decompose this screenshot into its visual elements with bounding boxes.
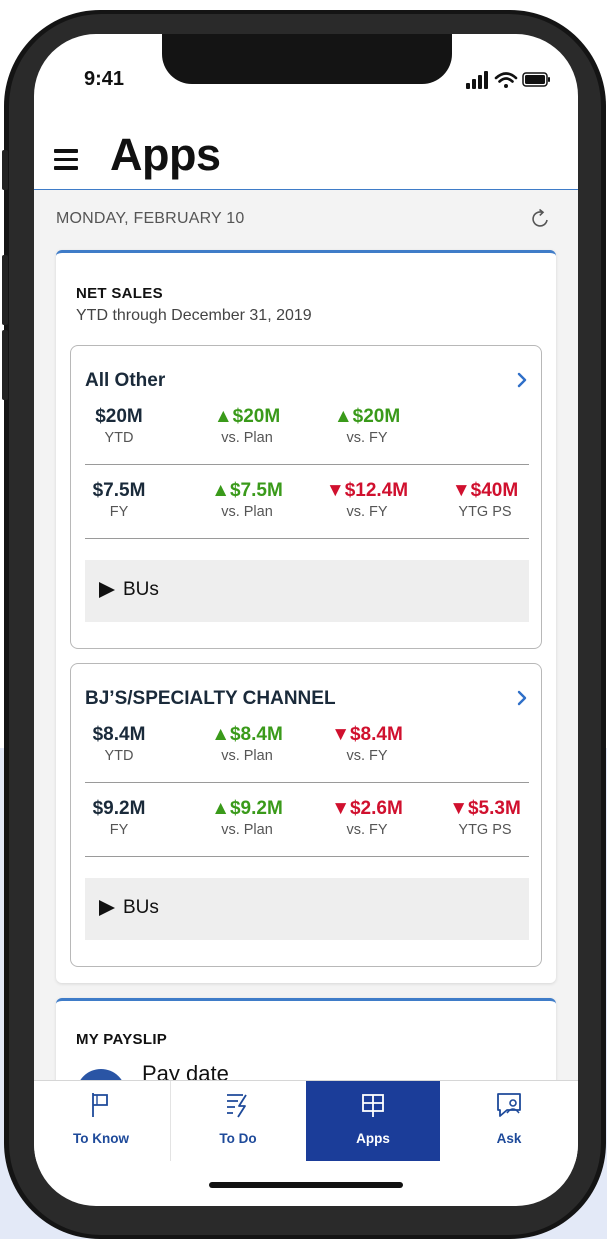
sales-group-bjs-specialty[interactable]: BJ’S/SPECIALTY CHANNEL $8.4M YTD ▲$8.4M vs…	[70, 663, 542, 967]
net-sales-card: NET SALES YTD through December 31, 2019 …	[56, 250, 556, 983]
metric-value: ▲$8.4M	[211, 724, 283, 745]
metric-value: $7.5M	[92, 480, 146, 501]
group-title: BJ’S/SPECIALTY CHANNEL	[85, 688, 336, 709]
mute-switch	[2, 150, 8, 190]
card-subtitle: YTD through December 31, 2019	[76, 307, 312, 324]
refresh-icon[interactable]	[530, 208, 552, 230]
metric-label: FY	[109, 822, 129, 838]
metric-value: ▼$8.4M	[331, 724, 403, 745]
volume-up-button	[2, 255, 8, 325]
metrics-row: $7.5M FY ▲$7.5M vs. Plan ▼$12.4M vs. FY ▼$4…	[85, 480, 529, 530]
row-divider	[85, 856, 529, 857]
ask-person-icon	[497, 1093, 521, 1117]
bus-label: BUs	[123, 897, 159, 918]
metric-label: YTG PS	[458, 822, 512, 838]
notch	[162, 34, 452, 84]
row-divider	[85, 782, 529, 783]
tab-label: Ask	[496, 1131, 522, 1146]
metric-value: ▲$20M	[333, 406, 401, 427]
wifi-icon	[494, 72, 518, 88]
play-triangle-icon	[99, 582, 115, 598]
card-title: NET SALES	[76, 285, 163, 302]
sales-group-all-other[interactable]: All Other $20M YTD ▲$20M vs. Plan ▲$20M vs.…	[70, 345, 542, 649]
play-triangle-icon	[99, 900, 115, 916]
bus-expander[interactable]: BUs	[85, 878, 529, 940]
tab-label: To Do	[219, 1131, 257, 1146]
metric-label: vs. FY	[346, 430, 388, 446]
row-divider	[85, 538, 529, 539]
metric-label: vs. FY	[346, 822, 388, 838]
metric-label: YTD	[104, 430, 134, 446]
hamburger-menu-icon[interactable]	[54, 149, 78, 170]
bus-label: BUs	[123, 579, 159, 600]
metric-value: $20M	[95, 406, 143, 427]
app-header: Apps	[34, 109, 578, 190]
row-divider	[85, 464, 529, 465]
metrics-row: $20M YTD ▲$20M vs. Plan ▲$20M vs. FY	[85, 406, 529, 456]
metric-value: $8.4M	[92, 724, 146, 745]
date-text: MONDAY, FEBRUARY 10	[56, 210, 245, 227]
group-title: All Other	[85, 370, 166, 391]
metric-label: vs. Plan	[221, 822, 273, 838]
flag-icon	[92, 1093, 108, 1117]
volume-down-button	[2, 330, 8, 400]
battery-icon	[522, 72, 550, 87]
status-time: 9:41	[84, 68, 125, 90]
metric-label: vs. FY	[346, 748, 388, 764]
metric-value: $9.2M	[92, 798, 146, 819]
metric-value: ▲$9.2M	[211, 798, 283, 819]
metric-label: vs. Plan	[221, 504, 273, 520]
metric-value: ▲$7.5M	[211, 480, 283, 501]
metric-value: ▼$5.3M	[449, 798, 521, 819]
metrics-row: $8.4M YTD ▲$8.4M vs. Plan ▼$8.4M vs. FY	[85, 724, 529, 774]
phone-screen: 9:41 Apps MONDAY, FEBRUARY 10 NET SALES …	[34, 34, 578, 1206]
chevron-right-icon[interactable]	[517, 690, 527, 706]
metric-label: YTD	[104, 748, 134, 764]
metrics-row: $9.2M FY ▲$9.2M vs. Plan ▼$2.6M vs. FY ▼$5.…	[85, 798, 529, 848]
page-title: Apps	[110, 129, 221, 180]
metric-label: vs. FY	[346, 504, 388, 520]
tab-label: To Know	[73, 1131, 129, 1146]
metric-value: ▼$40M	[451, 480, 519, 501]
bottom-tab-bar: To Know To Do Apps Ask	[34, 1080, 578, 1161]
home-indicator	[209, 1182, 403, 1188]
metric-value: ▲$20M	[213, 406, 281, 427]
date-bar: MONDAY, FEBRUARY 10	[34, 190, 578, 250]
apps-grid-icon	[362, 1094, 384, 1117]
status-icons	[466, 71, 550, 89]
chevron-right-icon[interactable]	[517, 372, 527, 388]
bus-expander[interactable]: BUs	[85, 560, 529, 622]
signal-icon	[466, 71, 488, 89]
metric-value: ▼$12.4M	[325, 480, 409, 501]
tab-apps[interactable]: Apps	[306, 1081, 440, 1161]
tab-to-know[interactable]: To Know	[34, 1081, 168, 1161]
metric-label: vs. Plan	[221, 748, 273, 764]
metric-label: FY	[109, 504, 129, 520]
metric-value: ▼$2.6M	[331, 798, 403, 819]
metric-label: vs. Plan	[221, 430, 273, 446]
tab-to-do[interactable]: To Do	[170, 1081, 305, 1161]
card-title: MY PAYSLIP	[76, 1031, 168, 1048]
tab-label: Apps	[356, 1131, 390, 1146]
checklist-icon	[227, 1094, 247, 1118]
tab-ask[interactable]: Ask	[442, 1081, 576, 1161]
metric-label: YTG PS	[458, 504, 512, 520]
